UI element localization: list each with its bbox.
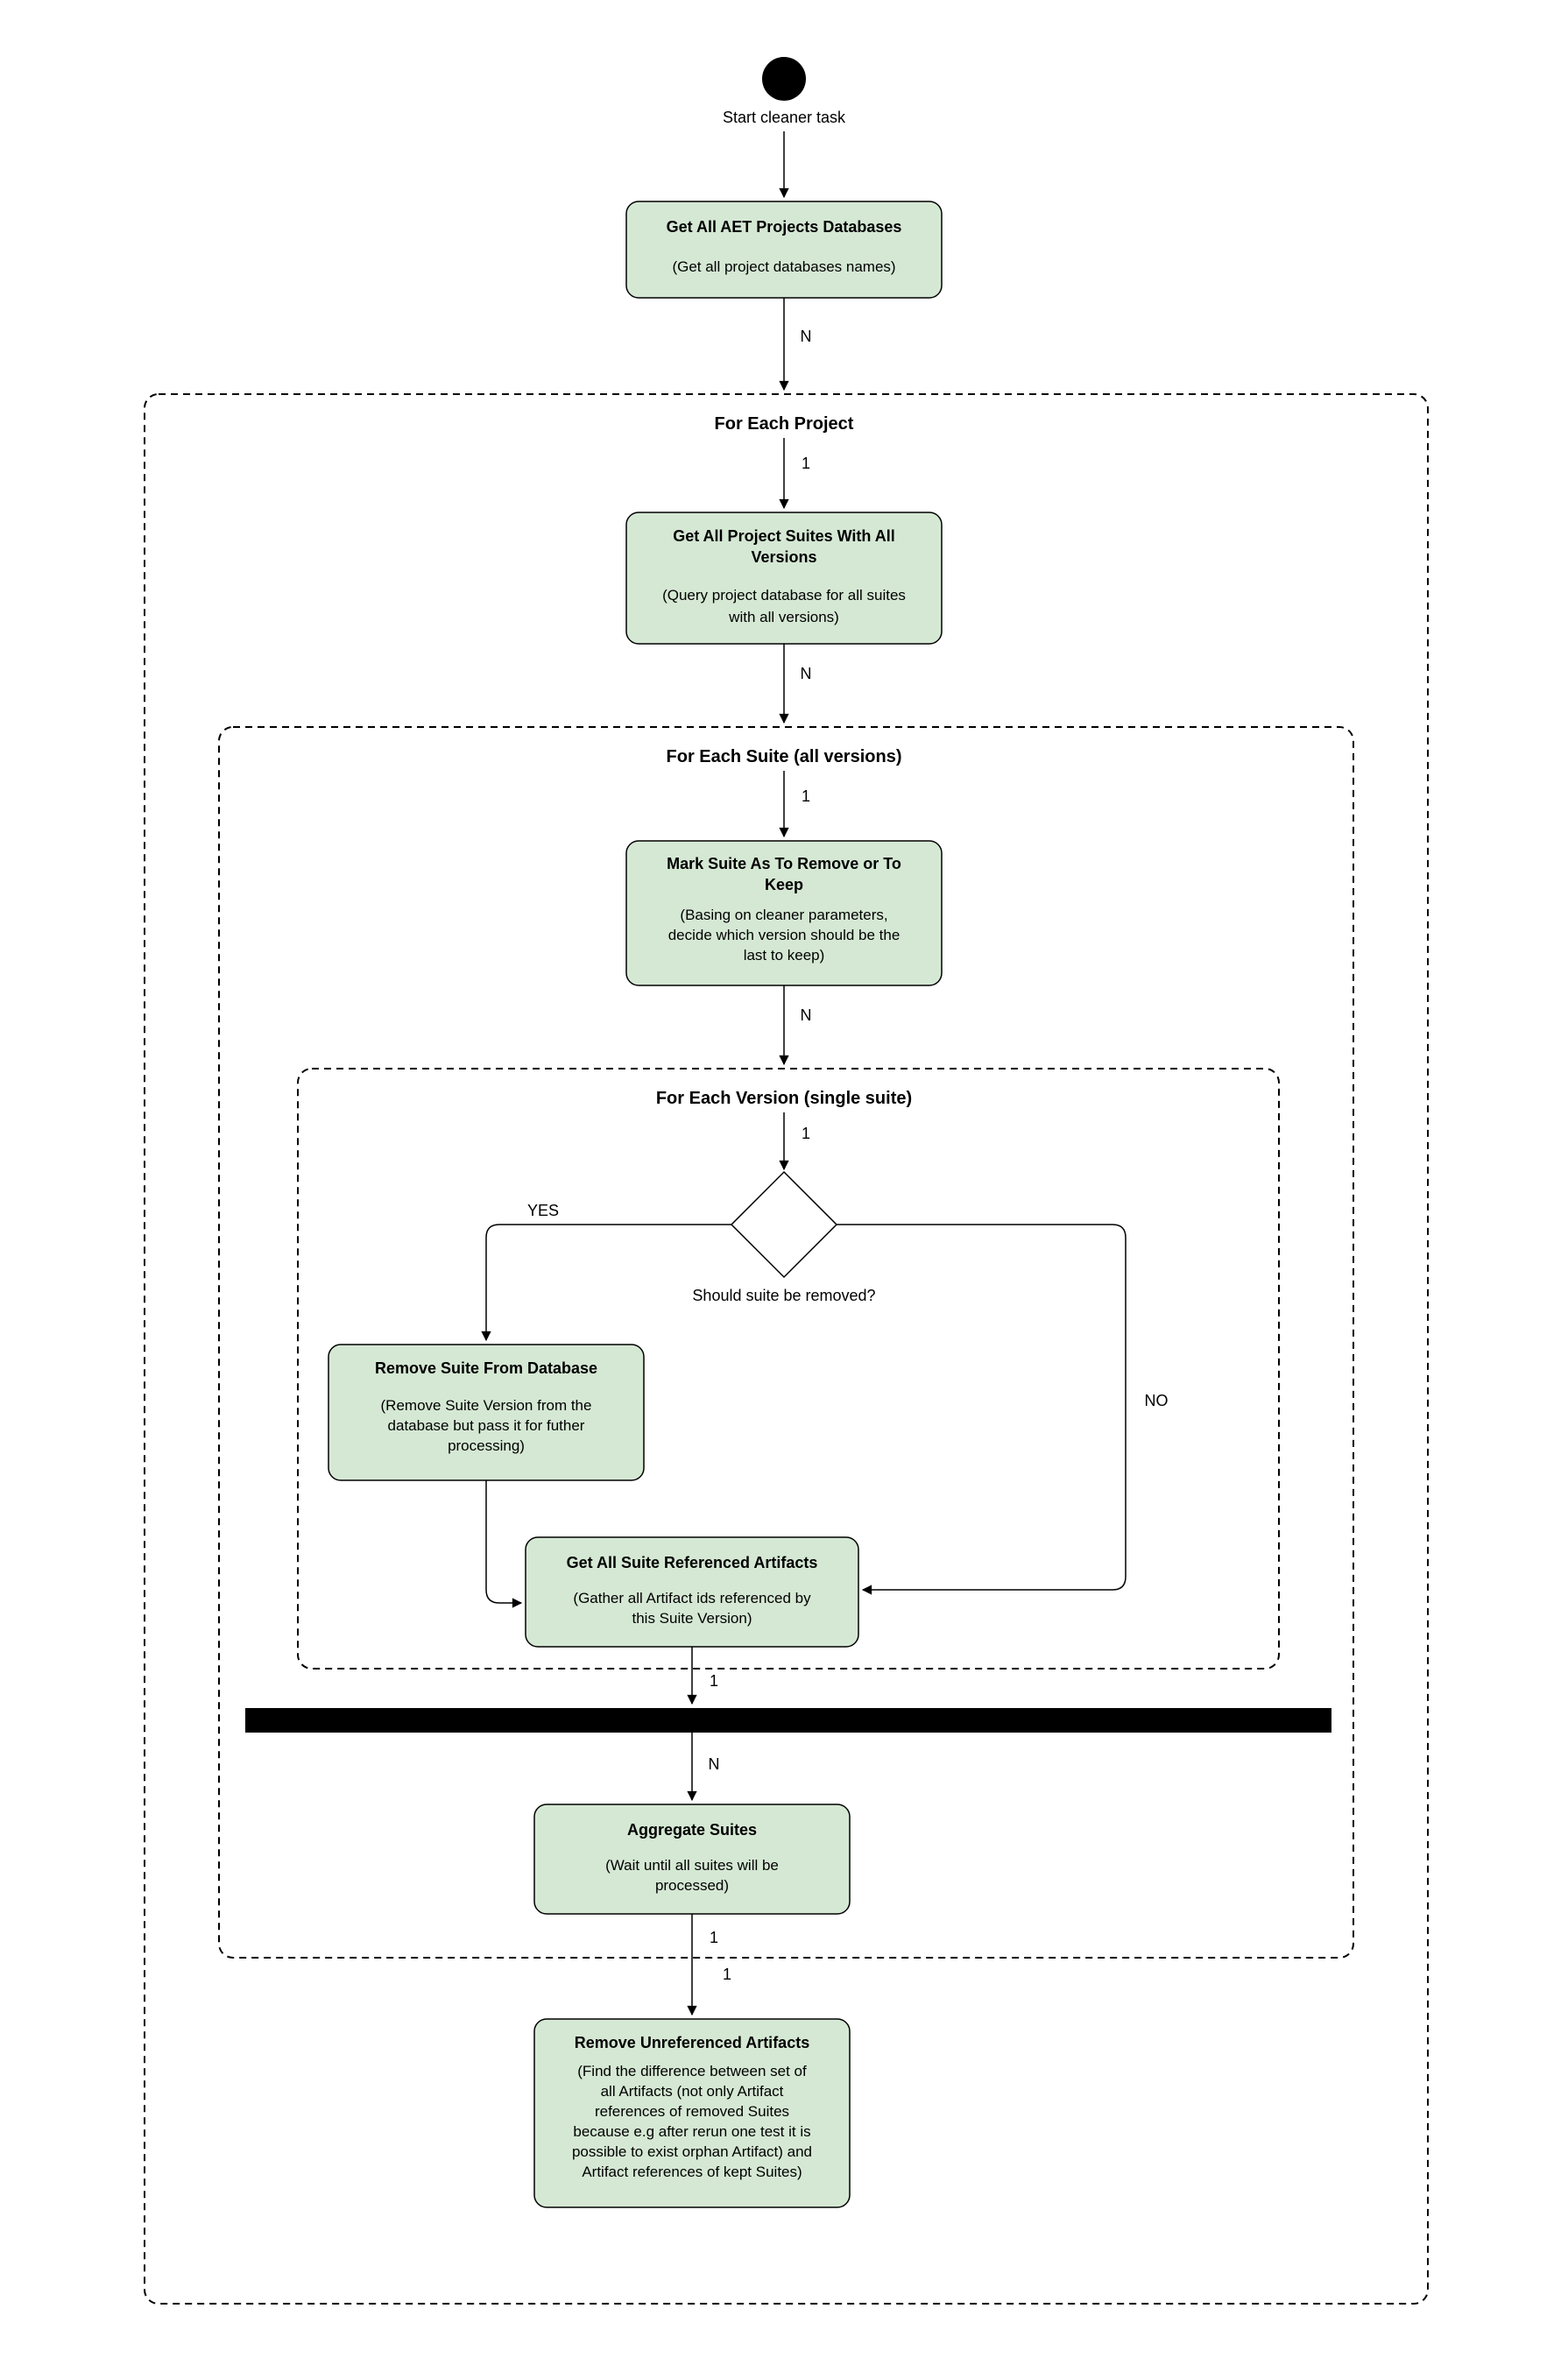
start-label: Start cleaner task: [723, 109, 846, 126]
edge-yes: [486, 1225, 731, 1340]
edge-1-label-2: 1: [802, 787, 810, 805]
n1-title: Get All AET Projects Databases: [667, 218, 902, 236]
region2-title: For Each Suite (all versions): [667, 747, 902, 766]
n1-desc: (Get all project databases names): [672, 258, 895, 275]
n7-desc2: all Artifacts (not only Artifact: [601, 2083, 784, 2100]
edge-1-label-3: 1: [802, 1125, 810, 1142]
decision-node: [731, 1172, 837, 1277]
edge-1-label-region3out: 1: [710, 1672, 718, 1690]
n7-desc3: references of removed Suites: [595, 2103, 789, 2120]
no-label: NO: [1145, 1392, 1169, 1409]
node-get-projects: [626, 201, 942, 298]
n7-desc5: possible to exist orphan Artifact) and: [572, 2143, 812, 2160]
edge-n-label-3: N: [801, 1006, 812, 1024]
edge-n4-n5: [486, 1480, 521, 1603]
region3-title: For Each Version (single suite): [656, 1089, 912, 1108]
edge-n-label-1: N: [801, 328, 812, 345]
n5-desc1: (Gather all Artifact ids referenced by: [573, 1590, 811, 1606]
n3-title1: Mark Suite As To Remove or To: [667, 855, 901, 872]
n4-desc1: (Remove Suite Version from the: [381, 1397, 592, 1414]
n7-desc4: because e.g after rerun one test it is: [573, 2123, 810, 2140]
edge-1-label-n6b: 1: [723, 1966, 731, 1983]
flowchart-diagram: Start cleaner task Get All AET Projects …: [0, 0, 1568, 2365]
n2-desc1: (Query project database for all suites: [662, 587, 906, 604]
edge-1-label-1: 1: [802, 455, 810, 472]
n6-desc1: (Wait until all suites will be: [605, 1857, 779, 1874]
n2-title2: Versions: [751, 548, 816, 566]
n2-desc2: with all versions): [728, 609, 839, 625]
n5-desc2: this Suite Version): [632, 1610, 752, 1627]
sync-bar: [245, 1708, 1331, 1733]
n3-desc2: decide which version should be the: [668, 927, 901, 943]
n7-title: Remove Unreferenced Artifacts: [575, 2034, 809, 2051]
n6-desc2: processed): [655, 1877, 729, 1894]
decision-label: Should suite be removed?: [692, 1287, 875, 1304]
n3-desc3: last to keep): [744, 947, 825, 964]
edge-no: [837, 1225, 1126, 1590]
n6-title: Aggregate Suites: [627, 1821, 757, 1839]
n4-desc3: processing): [448, 1437, 525, 1454]
region1-title: For Each Project: [715, 414, 854, 434]
n3-desc1: (Basing on cleaner parameters,: [680, 907, 887, 923]
yes-label: YES: [527, 1202, 559, 1219]
edge-n-label-bar: N: [709, 1755, 720, 1773]
start-node: [762, 57, 806, 101]
n7-desc1: (Find the difference between set of: [577, 2063, 807, 2079]
n7-desc6: Artifact references of kept Suites): [582, 2164, 802, 2180]
n4-desc2: database but pass it for futher: [388, 1417, 585, 1434]
n3-title2: Keep: [765, 876, 803, 893]
edge-n-label-2: N: [801, 665, 812, 682]
edge-1-label-n6a: 1: [710, 1929, 718, 1946]
n5-title: Get All Suite Referenced Artifacts: [567, 1554, 818, 1571]
n4-title: Remove Suite From Database: [375, 1359, 597, 1377]
n2-title1: Get All Project Suites With All: [673, 527, 895, 545]
